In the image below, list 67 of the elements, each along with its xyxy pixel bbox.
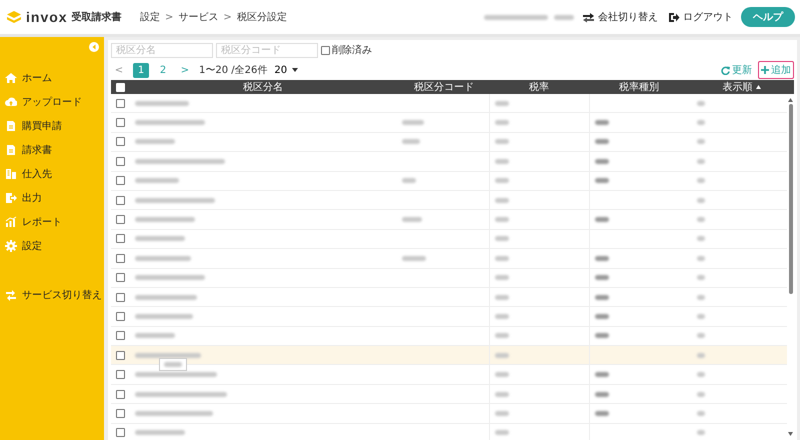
settings-icon (5, 240, 17, 252)
scroll-up-icon (788, 98, 793, 102)
checkbox[interactable] (116, 370, 124, 380)
breadcrumb-separator: > (223, 12, 232, 22)
breadcrumb-item[interactable]: サービス (178, 10, 218, 24)
sidebar-item[interactable]: 請求書 (0, 138, 104, 162)
checkbox[interactable] (116, 350, 124, 360)
checkbox[interactable] (116, 312, 124, 321)
sidebar-item[interactable]: 出力 (0, 186, 104, 210)
bar-chart-icon (5, 216, 17, 228)
refresh-icon (721, 66, 730, 74)
checkbox[interactable] (116, 254, 124, 263)
sidebar-item[interactable]: ホーム (0, 66, 104, 90)
checkbox[interactable] (116, 118, 124, 128)
brand-name: invox (26, 9, 68, 25)
checkbox[interactable] (116, 215, 124, 224)
scrollbar-thumb[interactable] (788, 104, 792, 294)
checkbox[interactable] (116, 137, 124, 146)
checkbox[interactable] (116, 196, 124, 205)
column-header[interactable]: 税区分コード (414, 80, 474, 94)
checkbox[interactable] (116, 156, 124, 166)
sidebar-item[interactable]: レポート (0, 210, 104, 234)
caret-icon (292, 68, 298, 72)
sidebar-item[interactable]: 購買申請 (0, 114, 104, 138)
breadcrumb-separator: > (165, 12, 174, 22)
column-header[interactable]: 税率 (529, 80, 549, 94)
breadcrumb-item[interactable]: 設定 (140, 10, 160, 24)
collapse-icon (89, 42, 99, 52)
breadcrumb-item: 税区分設定 (236, 10, 287, 24)
search-field[interactable]: 税区分名 (111, 42, 213, 58)
document-icon (5, 120, 17, 132)
plus-icon (761, 66, 769, 74)
search-field[interactable]: 税区分コード (216, 42, 318, 58)
column-header[interactable]: 税率種別 (619, 80, 659, 94)
column-header[interactable]: 表示順 (722, 80, 760, 94)
product-name: 受取請求書 (72, 10, 122, 24)
checkbox[interactable] (116, 428, 124, 438)
sidebar-item[interactable]: アップロード (0, 90, 104, 114)
checkbox-label: 削除済み (332, 44, 372, 57)
page-summary: 1〜20 /全26件 (199, 64, 268, 77)
sidebar-item[interactable]: サービス切り替え (0, 283, 104, 307)
building-icon (5, 168, 17, 180)
checkbox[interactable] (116, 234, 124, 244)
sort-icon (756, 85, 760, 89)
cloud-upload-icon (5, 96, 17, 108)
house-icon (5, 72, 17, 84)
checkbox[interactable] (116, 408, 124, 418)
checkbox[interactable] (116, 273, 124, 282)
company-switch-link[interactable]: 会社切り替え (580, 10, 660, 24)
checkbox[interactable] (116, 98, 124, 108)
checkbox[interactable] (116, 331, 124, 340)
checkbox[interactable] (321, 46, 330, 54)
swap-icon (5, 289, 17, 301)
export-icon (5, 192, 17, 204)
checkbox[interactable] (116, 176, 124, 186)
checkbox[interactable] (116, 292, 124, 302)
column-header[interactable]: 税区分名 (243, 80, 283, 94)
swap-icon (582, 12, 595, 22)
checkbox[interactable] (116, 390, 124, 399)
scroll-down-icon (788, 432, 793, 436)
document-icon (5, 144, 17, 156)
exit-icon (668, 12, 680, 22)
stack-icon (6, 10, 22, 24)
blurred-text (164, 362, 182, 368)
logout-link[interactable]: ログアウト (666, 10, 735, 24)
sidebar-item[interactable]: 設定 (0, 234, 104, 258)
sidebar-item[interactable]: 仕入先 (0, 162, 104, 186)
